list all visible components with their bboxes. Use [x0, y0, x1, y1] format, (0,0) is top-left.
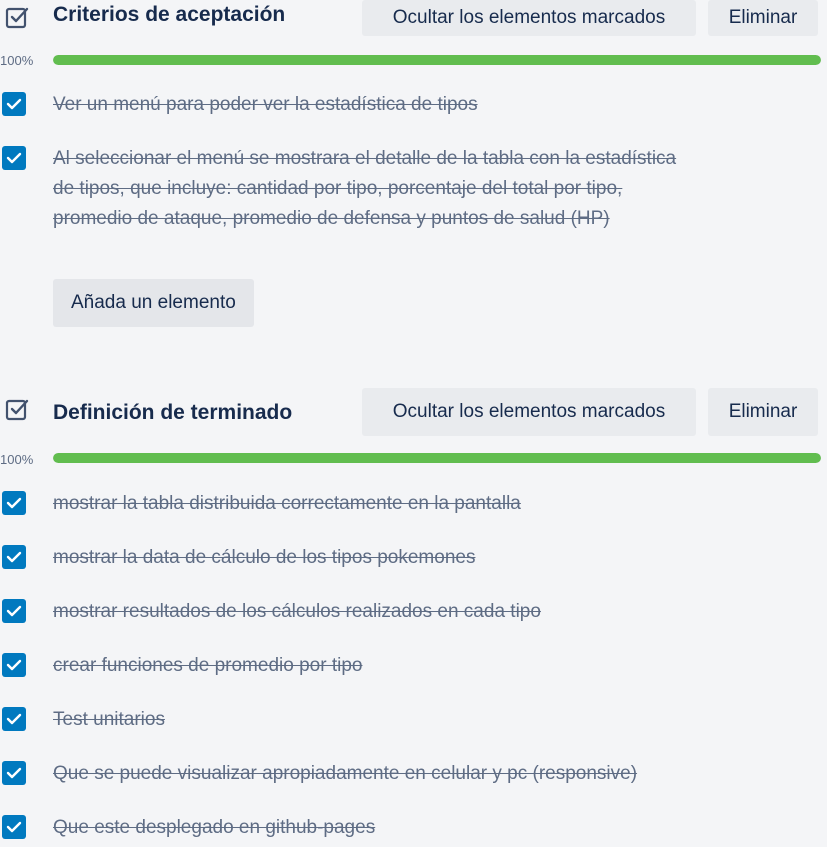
- checkbox-checked-icon[interactable]: [2, 815, 26, 839]
- checklist-item-text[interactable]: mostrar la tabla distribuida correctamen…: [53, 489, 678, 519]
- checklist-item-text[interactable]: mostrar la data de cálculo de los tipos …: [53, 543, 678, 573]
- delete-checklist-button[interactable]: Eliminar: [708, 388, 818, 436]
- checklist-item-text[interactable]: Al seleccionar el menú se mostrara el de…: [53, 144, 678, 234]
- checklist-title[interactable]: Criterios de aceptación: [53, 0, 285, 30]
- progress-bar: [53, 55, 821, 65]
- checklist-item-text[interactable]: Ver un menú para poder ver la estadístic…: [53, 90, 678, 120]
- checklist-item-text[interactable]: Que este desplegado en github-pages: [53, 813, 678, 843]
- checklist-header: Criterios de aceptación Ocultar los elem…: [0, 0, 827, 36]
- checkbox-checked-icon[interactable]: [2, 491, 26, 515]
- delete-checklist-button[interactable]: Eliminar: [708, 0, 818, 36]
- checkbox-checked-icon[interactable]: [2, 599, 26, 623]
- progress-bar-fill: [53, 453, 821, 463]
- hide-checked-button[interactable]: Ocultar los elementos marcados: [362, 0, 696, 36]
- checklist-item-text[interactable]: Que se puede visualizar apropiadamente e…: [53, 759, 678, 789]
- checklist-item-text[interactable]: mostrar resultados de los cálculos reali…: [53, 597, 678, 627]
- hide-checked-button[interactable]: Ocultar los elementos marcados: [362, 388, 696, 436]
- checklist-icon: [4, 5, 30, 31]
- checkbox-checked-icon[interactable]: [2, 653, 26, 677]
- checklist-icon: [4, 397, 30, 423]
- checklists-panel: Criterios de aceptación Ocultar los elem…: [0, 0, 827, 847]
- add-item-button[interactable]: Añada un elemento: [53, 279, 254, 327]
- checkbox-checked-icon[interactable]: [2, 707, 26, 731]
- checklist-title[interactable]: Definición de terminado: [53, 398, 292, 428]
- progress-percent: 100%: [0, 53, 34, 68]
- checkbox-checked-icon[interactable]: [2, 146, 26, 170]
- progress-bar-fill: [53, 55, 821, 65]
- checklist-header: Definición de terminado Ocultar los elem…: [0, 388, 827, 436]
- checklist-item-text[interactable]: Test unitarios: [53, 705, 678, 735]
- progress-bar: [53, 453, 821, 463]
- checklist-item-text[interactable]: crear funciones de promedio por tipo: [53, 651, 678, 681]
- checkbox-checked-icon[interactable]: [2, 761, 26, 785]
- progress-percent: 100%: [0, 452, 34, 467]
- checkbox-checked-icon[interactable]: [2, 545, 26, 569]
- checkbox-checked-icon[interactable]: [2, 92, 26, 116]
